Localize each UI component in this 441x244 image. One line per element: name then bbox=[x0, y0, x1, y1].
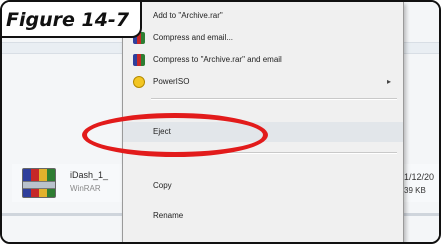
menu-item-label: Compress to "Archive.rar" and email bbox=[153, 55, 282, 64]
menu-item-label: Copy bbox=[153, 181, 172, 190]
highlight-circle-annotation bbox=[82, 113, 268, 157]
file-type: WinRAR bbox=[70, 184, 101, 193]
screenshot-frame: iDash_1_ WinRAR 1/12/20 39 KB Figure 14-… bbox=[0, 0, 441, 244]
file-size: 39 KB bbox=[404, 186, 426, 195]
menu-item-label: Add to "Archive.rar" bbox=[153, 11, 223, 20]
menu-item-add-to-archive[interactable]: Add to "Archive.rar" bbox=[123, 6, 403, 26]
menu-item-compress-and-email[interactable]: Compress and email... bbox=[123, 28, 403, 48]
menu-separator bbox=[151, 98, 397, 100]
file-name: iDash_1_ bbox=[70, 170, 109, 180]
menu-item-label: Compress and email... bbox=[153, 33, 234, 42]
menu-item-label: PowerISO bbox=[153, 77, 190, 86]
poweriso-icon bbox=[133, 76, 145, 88]
winrar-icon bbox=[133, 54, 145, 66]
file-date: 1/12/20 bbox=[404, 172, 435, 182]
menu-item-rename[interactable]: Rename bbox=[123, 206, 403, 226]
menu-item-copy[interactable]: Copy bbox=[123, 176, 403, 196]
menu-item-poweriso[interactable]: PowerISO ▸ bbox=[123, 72, 403, 92]
winrar-archive-icon bbox=[22, 168, 56, 198]
submenu-arrow-icon: ▸ bbox=[386, 77, 391, 86]
menu-item-compress-to-archive-and-email[interactable]: Compress to "Archive.rar" and email bbox=[123, 50, 403, 70]
menu-item-label: Rename bbox=[153, 211, 184, 220]
figure-label: Figure 14-7 bbox=[2, 2, 142, 38]
